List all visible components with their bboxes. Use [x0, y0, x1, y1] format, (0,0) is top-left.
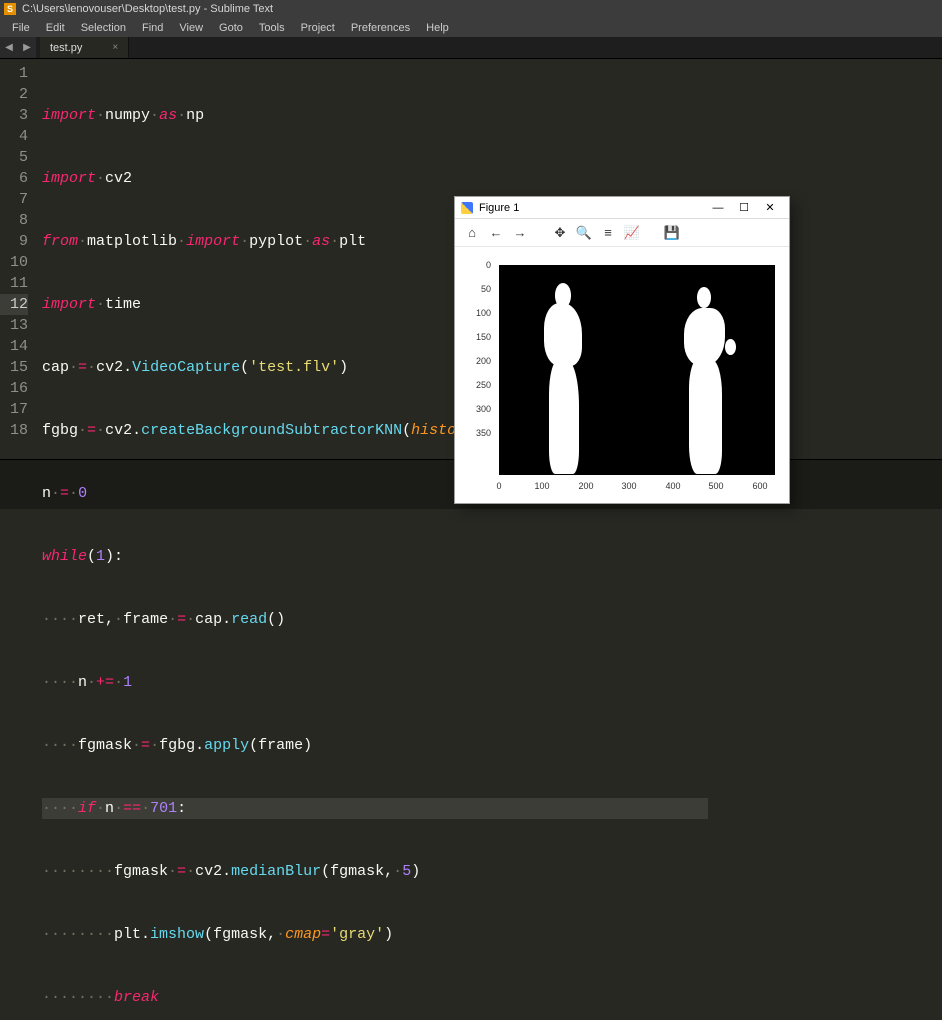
minimize-icon[interactable]: — [705, 202, 731, 214]
zoom-icon[interactable]: 🔍 [573, 222, 595, 244]
forward-icon[interactable]: → [509, 222, 531, 244]
tab-close-icon[interactable]: × [112, 42, 118, 53]
line-number: 5 [0, 147, 28, 168]
x-tick: 200 [578, 481, 593, 491]
matplotlib-icon [461, 202, 473, 214]
line-number: 8 [0, 210, 28, 231]
line-number: 6 [0, 168, 28, 189]
maximize-icon[interactable]: ☐ [731, 201, 757, 214]
menu-find[interactable]: Find [134, 20, 171, 36]
line-number: 17 [0, 399, 28, 420]
axes-icon[interactable]: 📈 [621, 222, 643, 244]
back-icon[interactable]: ← [485, 222, 507, 244]
nav-fwd-icon[interactable]: ▶ [18, 37, 36, 58]
y-tick: 50 [455, 284, 495, 294]
y-tick: 150 [455, 332, 495, 342]
save-icon[interactable]: 💾 [661, 222, 683, 244]
menu-preferences[interactable]: Preferences [343, 20, 418, 36]
line-number: 10 [0, 252, 28, 273]
tab-bar: ◀ ▶ test.py × [0, 37, 942, 59]
subplots-icon[interactable]: ≡ [597, 222, 619, 244]
line-number: 3 [0, 105, 28, 126]
plot-image [499, 265, 775, 475]
line-number: 14 [0, 336, 28, 357]
line-gutter: 1 2 3 4 5 6 7 8 9 10 11 12 13 14 15 16 1… [0, 59, 36, 459]
menu-help[interactable]: Help [418, 20, 457, 36]
menu-edit[interactable]: Edit [38, 20, 73, 36]
x-tick: 100 [534, 481, 549, 491]
window-title: C:\Users\lenovouser\Desktop\test.py - Su… [22, 3, 273, 15]
line-number: 11 [0, 273, 28, 294]
menu-selection[interactable]: Selection [73, 20, 134, 36]
y-tick: 200 [455, 356, 495, 366]
menu-view[interactable]: View [171, 20, 211, 36]
y-tick: 350 [455, 428, 495, 438]
line-number: 2 [0, 84, 28, 105]
figure-canvas[interactable]: 0 50 100 150 200 250 300 350 0 100 200 3… [455, 247, 789, 503]
tab-test-py[interactable]: test.py × [40, 37, 129, 58]
y-tick: 100 [455, 308, 495, 318]
app-icon: S [4, 3, 16, 15]
x-tick: 500 [708, 481, 723, 491]
line-number: 1 [0, 63, 28, 84]
line-number: 18 [0, 420, 28, 441]
menu-tools[interactable]: Tools [251, 20, 293, 36]
line-number: 12 [0, 294, 28, 315]
menu-file[interactable]: File [4, 20, 38, 36]
line-number: 7 [0, 189, 28, 210]
pan-icon[interactable]: ✥ [549, 222, 571, 244]
figure-title: Figure 1 [479, 202, 519, 214]
x-tick: 0 [496, 481, 501, 491]
line-number: 16 [0, 378, 28, 399]
menu-goto[interactable]: Goto [211, 20, 251, 36]
line-number: 15 [0, 357, 28, 378]
line-number: 13 [0, 315, 28, 336]
home-icon[interactable]: ⌂ [461, 222, 483, 244]
matplotlib-figure-window[interactable]: Figure 1 — ☐ ✕ ⌂ ← → ✥ 🔍 ≡ 📈 💾 0 50 100 … [454, 196, 790, 504]
y-tick: 300 [455, 404, 495, 414]
tab-label: test.py [50, 42, 82, 54]
nav-back-icon[interactable]: ◀ [0, 37, 18, 58]
close-icon[interactable]: ✕ [757, 201, 783, 214]
y-tick: 0 [455, 260, 495, 270]
figure-titlebar[interactable]: Figure 1 — ☐ ✕ [455, 197, 789, 219]
line-number: 9 [0, 231, 28, 252]
x-tick: 400 [665, 481, 680, 491]
y-tick: 250 [455, 380, 495, 390]
x-tick: 300 [621, 481, 636, 491]
window-titlebar: S C:\Users\lenovouser\Desktop\test.py - … [0, 0, 942, 18]
menu-bar: File Edit Selection Find View Goto Tools… [0, 18, 942, 37]
x-tick: 600 [752, 481, 767, 491]
line-number: 4 [0, 126, 28, 147]
menu-project[interactable]: Project [293, 20, 343, 36]
figure-toolbar: ⌂ ← → ✥ 🔍 ≡ 📈 💾 [455, 219, 789, 247]
